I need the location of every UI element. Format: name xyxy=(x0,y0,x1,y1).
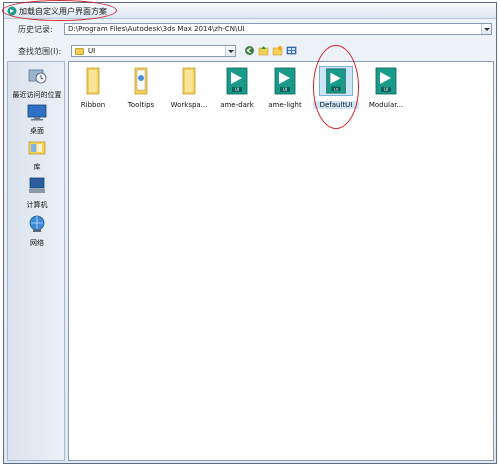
libraries-icon xyxy=(28,141,46,155)
place-desktop[interactable]: 桌面 xyxy=(8,102,66,136)
place-label: 桌面 xyxy=(30,127,44,135)
file-item-ame-light[interactable]: UI ame-light xyxy=(262,66,308,109)
places-bar: 最近访问的位置 桌面 库 计算机 网络 xyxy=(7,61,65,461)
app-icon xyxy=(7,6,17,16)
chevron-down-icon[interactable] xyxy=(225,46,235,56)
back-icon[interactable] xyxy=(244,45,255,56)
up-folder-icon[interactable] xyxy=(258,45,269,56)
title-bar[interactable]: 加载自定义用户界面方案 xyxy=(2,0,496,21)
desktop-icon xyxy=(27,104,47,121)
file-item-modular[interactable]: UI Modular... xyxy=(363,66,409,109)
file-item-ame-dark[interactable]: UI ame-dark xyxy=(214,66,260,109)
place-label: 最近访问的位置 xyxy=(12,91,62,99)
file-item-workspaces[interactable]: Workspa... xyxy=(166,66,212,109)
chevron-down-icon[interactable] xyxy=(481,24,491,34)
ui-badge: UI xyxy=(283,87,287,92)
place-network[interactable]: 网络 xyxy=(8,214,66,248)
file-name: Tooltips xyxy=(127,101,155,109)
place-label: 网络 xyxy=(30,239,44,247)
new-folder-icon[interactable] xyxy=(272,45,283,56)
folder-document-icon xyxy=(134,67,148,95)
ui-file-icon: UI xyxy=(319,66,353,96)
file-item-tooltips[interactable]: Tooltips xyxy=(118,66,164,109)
history-value: D:\Program Files\Autodesk\3ds Max 2014\z… xyxy=(68,25,245,33)
computer-icon xyxy=(29,177,45,193)
file-item-ribbon[interactable]: Ribbon xyxy=(70,66,116,109)
ui-file-icon: UI xyxy=(274,67,296,95)
lookin-combo[interactable]: UI xyxy=(71,45,236,57)
recent-places-icon xyxy=(28,69,47,84)
view-menu-icon[interactable] xyxy=(286,45,297,56)
place-recent[interactable]: 最近访问的位置 xyxy=(8,66,66,100)
place-libraries[interactable]: 库 xyxy=(8,138,66,172)
ui-file-icon: UI xyxy=(226,67,248,95)
file-name: Ribbon xyxy=(80,101,106,109)
history-combo[interactable]: D:\Program Files\Autodesk\3ds Max 2014\z… xyxy=(64,23,492,35)
place-label: 计算机 xyxy=(26,201,48,209)
ui-badge: UI xyxy=(384,87,388,92)
folder-icon xyxy=(182,67,196,95)
file-name: Workspa... xyxy=(170,101,208,109)
window-title: 加载自定义用户界面方案 xyxy=(19,7,107,16)
file-list[interactable]: Ribbon Tooltips Workspa... UI ame-dark U… xyxy=(68,45,494,461)
file-item-defaultui[interactable]: UI DefaultUI xyxy=(313,66,359,109)
open-dialog-window: 加载自定义用户界面方案 历史记录: D:\Program Files\Autod… xyxy=(2,0,497,464)
place-label: 库 xyxy=(33,163,41,171)
file-name: DefaultUI xyxy=(313,101,359,109)
file-name: ame-light xyxy=(268,101,302,109)
ui-badge: UI xyxy=(334,88,338,92)
lookin-label: 查找范围(I): xyxy=(18,47,62,56)
ui-file-icon: UI xyxy=(375,67,397,95)
file-name: ame-dark xyxy=(220,101,254,109)
place-computer[interactable]: 计算机 xyxy=(8,176,66,210)
file-name: Modular... xyxy=(368,101,404,109)
network-icon xyxy=(29,215,45,232)
history-label: 历史记录: xyxy=(18,25,53,34)
folder-icon xyxy=(86,67,100,95)
folder-icon xyxy=(75,48,84,55)
ui-badge: UI xyxy=(235,87,239,92)
lookin-value: UI xyxy=(88,47,96,55)
